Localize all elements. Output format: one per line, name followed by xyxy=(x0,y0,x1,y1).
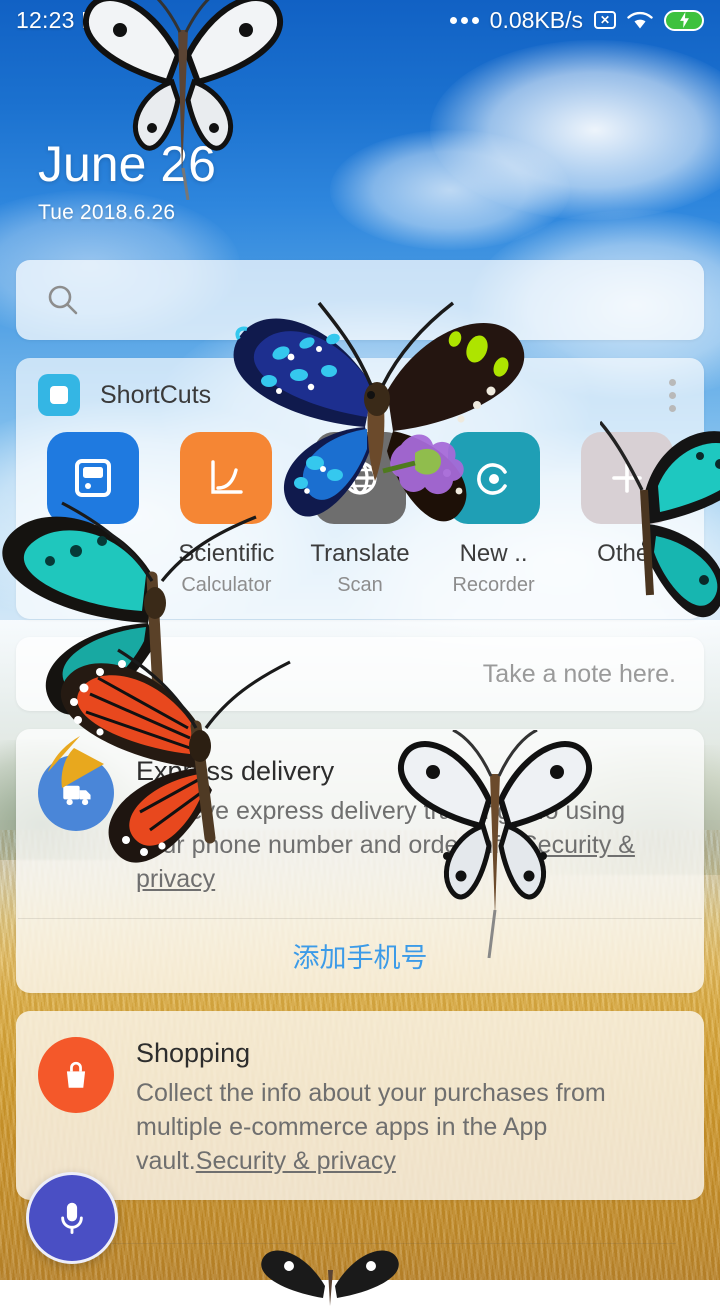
voice-assistant-button[interactable] xyxy=(26,1172,118,1264)
shortcut-label-primary: Other xyxy=(597,540,658,567)
shopping-text: Shopping Collect the info about your pur… xyxy=(136,1037,680,1178)
delivery-truck-icon xyxy=(38,755,114,831)
shopping-card: Shopping Collect the info about your pur… xyxy=(16,1010,704,1200)
shortcut-label-secondary: Calculator xyxy=(181,574,272,596)
shortcut-item[interactable]: Translate Scan xyxy=(293,432,427,597)
shortcut-label-secondary: Scan xyxy=(337,574,383,596)
shopping-privacy-link[interactable]: Security & privacy xyxy=(196,1147,396,1175)
shortcut-item[interactable] xyxy=(26,432,160,597)
more-vertical-icon[interactable] xyxy=(663,373,682,418)
shortcut-item[interactable]: Scientific Calculator xyxy=(160,432,294,597)
express-delivery-text: Express delivery Retrieve express delive… xyxy=(136,755,680,896)
express-delivery-card: Express delivery Retrieve express delive… xyxy=(16,729,704,993)
express-delivery-body: Express delivery Retrieve express delive… xyxy=(16,729,704,918)
cards-container: ShortCuts Scientific Calculator Translat… xyxy=(0,260,720,1280)
graph-curve-icon xyxy=(180,432,273,524)
shopping-title: Shopping xyxy=(136,1037,251,1068)
shortcuts-card: ShortCuts Scientific Calculator Translat… xyxy=(16,358,704,619)
bottom-divider xyxy=(44,1243,676,1244)
microphone-icon xyxy=(61,1202,83,1234)
shortcut-label-secondary: Recorder xyxy=(452,574,535,596)
shortcuts-grid: Scientific Calculator Translate Scan New… xyxy=(16,432,704,597)
shopping-bag-icon xyxy=(38,1036,114,1113)
note-card[interactable]: Take a note here. xyxy=(16,637,704,711)
search-bar[interactable] xyxy=(16,260,704,340)
shortcut-item[interactable]: New .. Recorder xyxy=(427,432,561,597)
globe-icon xyxy=(313,432,406,524)
shortcut-label-primary: Translate xyxy=(310,540,410,567)
shortcut-item-other[interactable]: Other xyxy=(560,432,694,597)
date-headline: June 26 xyxy=(38,136,216,192)
search-icon xyxy=(46,283,80,317)
recorder-icon xyxy=(447,432,540,524)
no-sim-icon: ✕ xyxy=(594,11,616,29)
status-bar-icons: 0.08KB/s ✕ xyxy=(449,6,704,34)
date-subline: Tue 2018.6.26 xyxy=(38,200,176,224)
shortcut-label-primary: New .. xyxy=(459,540,528,567)
date-block: June 26 Tue 2018.6.26 xyxy=(38,138,216,225)
overflow-dots-icon xyxy=(449,16,479,24)
shortcuts-title: ShortCuts xyxy=(100,380,212,409)
shopping-description: Collect the info about your purchases fr… xyxy=(136,1076,680,1178)
add-phone-number-button[interactable]: 添加手机号 xyxy=(16,919,704,993)
express-delivery-title: Express delivery xyxy=(136,756,335,786)
shortcut-label-primary: Scientific xyxy=(178,540,275,567)
status-bar-clock: 12:23 PM xyxy=(16,6,117,33)
cloud-decoration xyxy=(430,40,720,220)
cloud-decoration xyxy=(330,130,570,250)
status-bar: 12:23 PM 0.08KB/s ✕ xyxy=(0,0,720,40)
shortcuts-header: ShortCuts xyxy=(16,358,704,432)
battery-charging-icon xyxy=(664,9,704,31)
plus-icon xyxy=(581,432,674,524)
note-placeholder: Take a note here. xyxy=(482,659,676,688)
wifi-icon xyxy=(627,11,653,30)
express-delivery-description: Retrieve express delivery tracking info … xyxy=(136,794,680,896)
shortcuts-app-icon xyxy=(38,374,80,416)
shopping-body: Shopping Collect the info about your pur… xyxy=(16,1011,704,1200)
calculator-icon xyxy=(46,432,139,524)
network-speed-label: 0.08KB/s xyxy=(489,6,583,33)
